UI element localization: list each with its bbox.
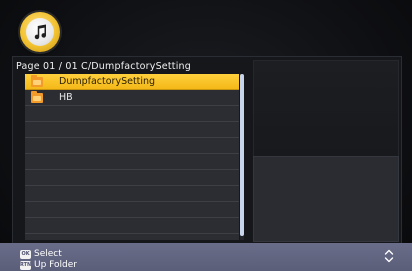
select-hint-label: Select bbox=[34, 249, 62, 259]
list-item-hb[interactable]: HB bbox=[25, 90, 239, 106]
music-note-icon bbox=[26, 18, 54, 46]
up-folder-hint-label: Up Folder bbox=[34, 260, 77, 270]
preview-area bbox=[253, 60, 399, 158]
empty-row bbox=[25, 154, 239, 170]
empty-row bbox=[25, 170, 239, 186]
media-player-screen: Page 01 / 01 C/DumpfactorySetting Dumpfa… bbox=[0, 0, 412, 271]
empty-row bbox=[25, 138, 239, 154]
music-app-badge bbox=[20, 12, 60, 52]
help-bar: OK Select RTN Up Folder bbox=[0, 243, 412, 271]
return-key-icon: RTN bbox=[20, 261, 32, 270]
file-list[interactable]: DumpfactorySetting HB bbox=[25, 74, 239, 240]
up-down-arrows-icon bbox=[384, 249, 394, 263]
empty-row bbox=[25, 106, 239, 122]
list-item-label: DumpfactorySetting bbox=[59, 76, 156, 87]
ok-key-icon: OK bbox=[20, 250, 31, 259]
empty-row bbox=[25, 186, 239, 202]
empty-row bbox=[25, 122, 239, 138]
list-item-dumpfactorysetting[interactable]: DumpfactorySetting bbox=[25, 74, 239, 90]
current-path-label: Page 01 / 01 C/DumpfactorySetting bbox=[16, 61, 191, 72]
info-area bbox=[253, 156, 399, 242]
scrollbar-thumb[interactable] bbox=[240, 74, 244, 236]
empty-row bbox=[25, 218, 239, 234]
folder-icon bbox=[31, 75, 43, 87]
up-folder-hint: RTN Up Folder bbox=[20, 259, 77, 271]
list-item-label: HB bbox=[59, 92, 73, 103]
folder-icon bbox=[31, 91, 43, 103]
empty-row bbox=[25, 202, 239, 218]
